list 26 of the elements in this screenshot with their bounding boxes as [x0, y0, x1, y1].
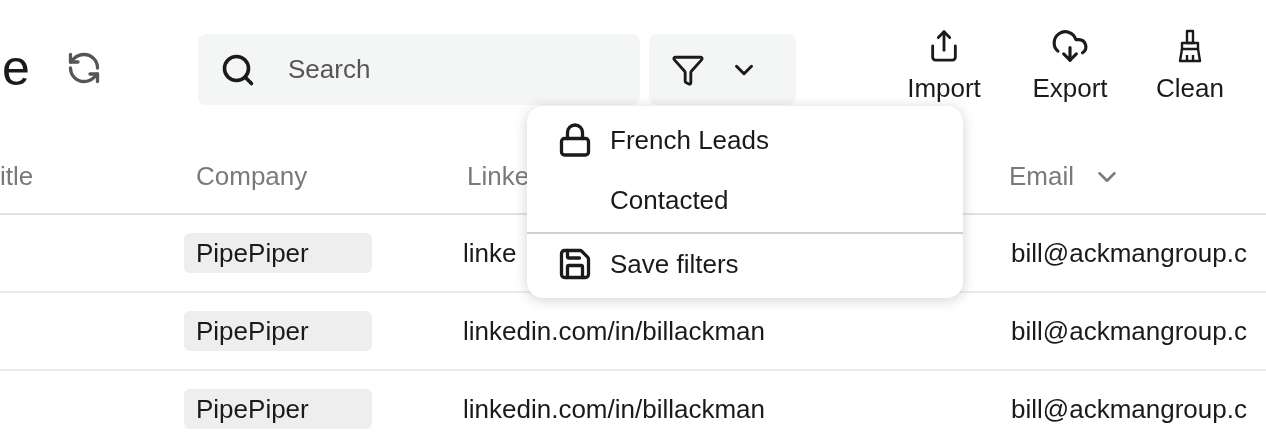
toolbar-button[interactable]: Clean: [1130, 26, 1250, 104]
toolbar-button[interactable]: Import: [894, 26, 994, 104]
menu-item[interactable]: Contacted: [527, 170, 963, 230]
table-cell-text: linkedin.com/in/billackman: [463, 314, 766, 348]
search-field[interactable]: Search: [198, 34, 640, 105]
table-cell-text: bill@ackmangroup.c: [1011, 314, 1247, 348]
company-tag: PipePiper: [184, 311, 372, 351]
table-cell-text: linkedin.com/in/billackman: [463, 392, 766, 426]
table-cell-text: bill@ackmangroup.c: [1011, 392, 1247, 426]
filter-button[interactable]: [649, 34, 796, 105]
menu-item[interactable]: Save filters: [527, 234, 963, 294]
company-tag: PipePiper: [184, 233, 372, 273]
column-header: Email: [1009, 160, 1074, 193]
column-header: Company: [196, 160, 308, 193]
table-cell-text: bill@ackmangroup.c: [1011, 236, 1247, 270]
table-cell-text: linke: [463, 236, 517, 270]
cloud-download-icon: [1051, 27, 1089, 65]
column-header: Linke: [467, 160, 530, 193]
company-tag: PipePiper: [184, 389, 372, 429]
page-title: e: [2, 43, 30, 93]
menu-item[interactable]: French Leads: [527, 110, 963, 170]
lock-icon: [557, 122, 593, 158]
search-input[interactable]: Search: [288, 50, 608, 89]
save-icon: [557, 246, 593, 282]
toolbar-button[interactable]: Export: [1010, 26, 1130, 104]
column-header: itle: [0, 160, 34, 193]
